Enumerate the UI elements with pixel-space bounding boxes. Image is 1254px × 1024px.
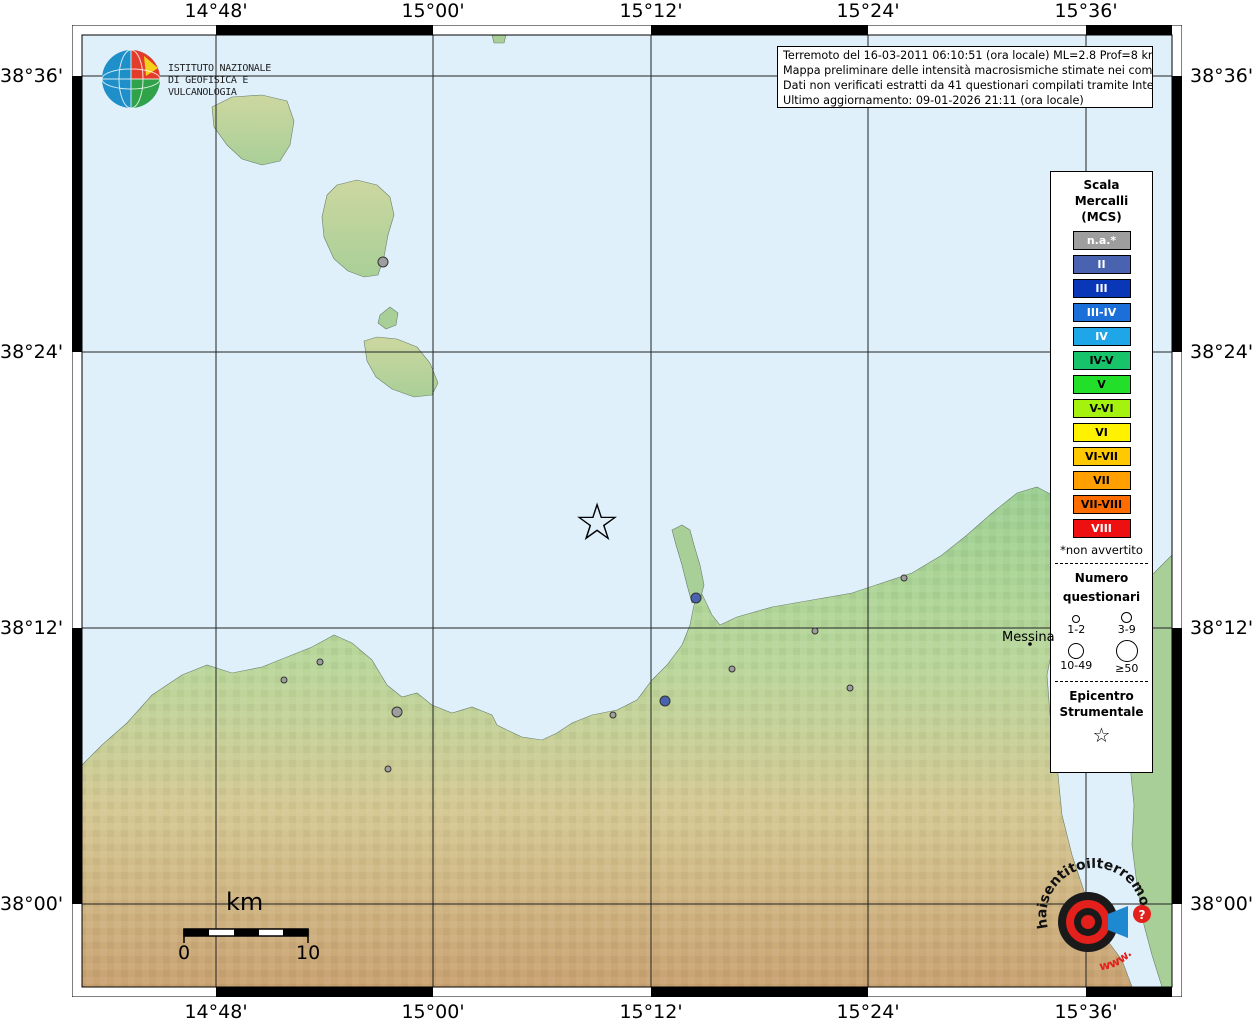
size-label: 3-9 (1117, 623, 1136, 636)
epicenter-star-icon: ☆ (574, 493, 621, 553)
scale-item: VII-VIII (1072, 495, 1131, 514)
lon-label-bottom: 14°48' (184, 1001, 248, 1023)
obs-point[interactable] (690, 592, 702, 604)
lat-label-left: 38°24' (0, 341, 64, 363)
lat-label-left: 38°12' (0, 617, 64, 639)
scale-item: n.a.* (1072, 231, 1131, 250)
info-line-description: Mappa preliminare delle intensità macros… (783, 64, 1153, 77)
lon-label-bottom: 15°24' (836, 1001, 900, 1023)
mcs-scale-list: n.a.* II III III-IV IV IV-V V V-VI VI VI… (1051, 231, 1152, 538)
questionnaire-sizes: 1-2 3-9 10-49 ≥50 (1051, 611, 1152, 675)
scale-item: V (1072, 375, 1131, 394)
lat-label-right: 38°12' (1190, 617, 1254, 639)
question-mark: ? (1139, 908, 1146, 922)
city-label: Messina (1002, 630, 1055, 645)
lon-label-top: 15°12' (619, 0, 683, 22)
size-item: 10-49 (1051, 640, 1102, 675)
lat-label-left: 38°36' (0, 65, 64, 87)
obs-point[interactable] (280, 676, 288, 684)
islet-top (491, 34, 507, 44)
size-item: ≥50 (1102, 640, 1153, 675)
lon-label-top: 15°36' (1054, 0, 1118, 22)
ingv-name-line1: ISTITUTO NAZIONALE (168, 63, 271, 74)
scale-item: III (1072, 279, 1131, 298)
lon-label-top: 15°00' (401, 0, 465, 22)
scale-item: VIII (1072, 519, 1131, 538)
scale-item: VII (1072, 471, 1131, 490)
questionnaires-title-line2: questionari (1062, 590, 1141, 604)
scale-item: III-IV (1072, 303, 1131, 322)
lat-label-left: 38°00' (0, 893, 64, 915)
scale-item: V-VI (1072, 399, 1131, 418)
scale-bar: km 0 10 (178, 888, 321, 968)
obs-point[interactable] (728, 665, 736, 673)
hst-logo-www: www. (1098, 946, 1134, 973)
scale-item: VI (1072, 423, 1131, 442)
obs-point[interactable] (609, 711, 617, 719)
epicenter-title-line2: Strumentale (1059, 705, 1144, 719)
circle-small-icon (1072, 615, 1081, 623)
legend-title-line2: Mercalli (1074, 194, 1129, 208)
lon-label-top: 15°24' (836, 0, 900, 22)
legend-panel: Scala Mercalli (MCS) n.a.* II III III-IV… (1050, 171, 1153, 773)
obs-point[interactable] (377, 256, 389, 268)
legend-note: *non avvertito (1060, 543, 1143, 557)
circle-xlarge-icon (1115, 640, 1138, 662)
target-icon: ? haisentitoilterremoto.it www. (1025, 846, 1153, 973)
star-icon: ☆ (1092, 723, 1111, 747)
scale-start: 0 (178, 942, 191, 964)
epicenter-title-line1: Epicentro (1069, 689, 1134, 703)
lon-label-top: 14°48' (184, 0, 248, 22)
lat-label-right: 38°24' (1190, 341, 1254, 363)
size-label: 10-49 (1060, 659, 1093, 672)
legend-title-line3: (MCS) (1081, 210, 1122, 224)
scale-item: IV (1072, 327, 1131, 346)
info-line-event: Terremoto del 16-03-2011 06:10:51 (ora l… (783, 49, 1153, 62)
map-canvas: ☆ (72, 25, 1182, 997)
event-info-box: Terremoto del 16-03-2011 06:10:51 (ora l… (777, 46, 1153, 108)
scale-item: VI-VII (1072, 447, 1131, 466)
scale-item: II (1072, 255, 1131, 274)
scale-end: 10 (296, 942, 321, 964)
legend-divider (1055, 563, 1148, 564)
info-line-updated: Ultimo aggiornamento: 09-01-2026 21:11 (… (783, 94, 1084, 107)
map-frame: ☆ (72, 25, 1182, 997)
obs-point[interactable] (811, 627, 819, 635)
hst-logo: ? haisentitoilterremoto.it www. (1025, 846, 1160, 976)
size-item: 1-2 (1051, 611, 1102, 636)
ingv-name: ISTITUTO NAZIONALE DI GEOFISICA E VULCAN… (168, 63, 320, 99)
lat-label-right: 38°00' (1190, 893, 1254, 915)
lon-label-bottom: 15°36' (1054, 1001, 1118, 1023)
legend-divider (1055, 681, 1148, 682)
circle-large-icon (1068, 643, 1085, 659)
obs-point[interactable] (384, 765, 392, 773)
lat-label-right: 38°36' (1190, 65, 1254, 87)
legend-title-line1: Scala (1083, 178, 1120, 192)
questionnaires-title-line1: Numero (1074, 571, 1129, 585)
ingv-name-line2: DI GEOFISICA E VULCANOLOGIA (168, 75, 249, 98)
scale-item: IV-V (1072, 351, 1131, 370)
size-item: 3-9 (1102, 611, 1153, 636)
ingv-logo: ISTITUTO NAZIONALE DI GEOFISICA E VULCAN… (100, 48, 320, 110)
size-label: ≥50 (1115, 662, 1139, 675)
scale-unit: km (226, 888, 264, 916)
obs-point[interactable] (846, 684, 854, 692)
obs-point[interactable] (316, 658, 324, 666)
globe-icon (101, 49, 161, 109)
lon-label-bottom: 15°00' (401, 1001, 465, 1023)
circle-medium-icon (1121, 612, 1133, 623)
obs-point[interactable] (391, 706, 403, 718)
obs-point[interactable] (900, 574, 908, 582)
info-line-data-note: Dati non verificati estratti da 41 quest… (783, 79, 1153, 92)
lon-label-bottom: 15°12' (619, 1001, 683, 1023)
hst-logo-bottom-text: www. (1098, 946, 1134, 973)
size-label: 1-2 (1067, 623, 1086, 636)
obs-point[interactable] (659, 695, 671, 707)
